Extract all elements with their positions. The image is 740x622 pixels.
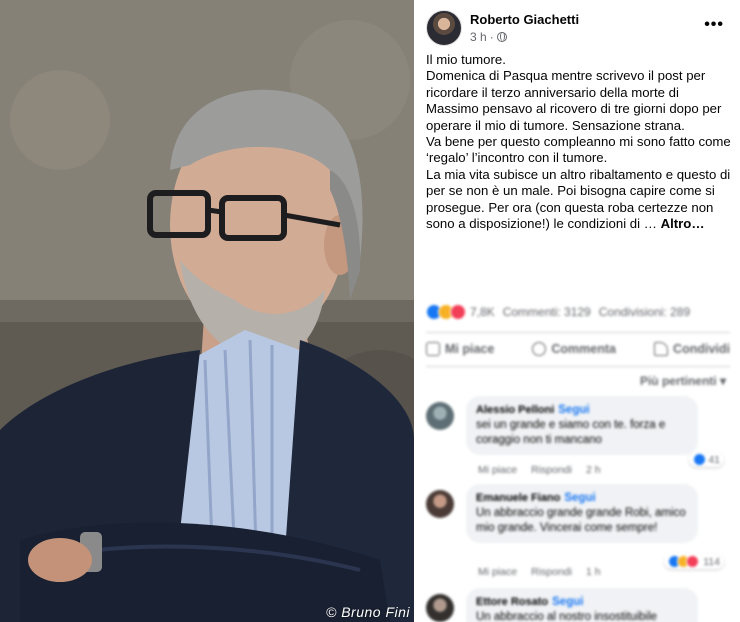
follow-button[interactable]: Segui	[558, 404, 589, 416]
comment-time[interactable]: 2 h	[586, 464, 601, 476]
sort-label: Più pertinenti	[639, 374, 717, 388]
author-avatar[interactable]	[426, 10, 462, 46]
comment-footer: Mi piace Rispondi 2 h	[478, 464, 601, 476]
commenter-name[interactable]: Ettore Rosato	[476, 596, 548, 608]
commenter-avatar[interactable]	[426, 594, 454, 622]
comment: Emanuele Fiano Segui Un abbraccio grande …	[426, 484, 732, 580]
comment-reply-link[interactable]: Rispondi	[531, 464, 572, 476]
post-actions: Mi piace Commenta Condividi	[426, 336, 730, 362]
comment-text: sei un grande e siamo con te. forza e co…	[476, 419, 666, 446]
comment-like-link[interactable]: Mi piace	[478, 566, 517, 578]
like-reaction-icon	[693, 453, 707, 466]
comment-bubble: Emanuele Fiano Segui Un abbraccio grande …	[466, 484, 698, 543]
post-paragraph: Domenica di Pasqua mentre scrivevo il po…	[426, 68, 722, 133]
comment: Ettore Rosato Segui Un abbraccio al nostr…	[426, 588, 732, 622]
comment-button-label: Commenta	[551, 342, 616, 356]
comment-time[interactable]: 1 h	[586, 566, 601, 578]
comment-like-link[interactable]: Mi piace	[478, 464, 517, 476]
shares-count[interactable]: Condivisioni: 289	[599, 305, 690, 319]
more-icon[interactable]: •••	[704, 16, 724, 34]
facebook-post: Roberto Giachetti 3 h · ••• Il mio tumor…	[414, 0, 740, 622]
comment-bubble: Ettore Rosato Segui Un abbraccio al nostr…	[466, 588, 698, 622]
post-paragraph: Va bene per questo compleanno mi sono fa…	[426, 134, 731, 166]
comment-button[interactable]: Commenta	[532, 336, 616, 362]
comment-sort-dropdown[interactable]: Più pertinenti ▾	[640, 374, 726, 388]
share-button[interactable]: Condividi	[654, 336, 730, 362]
comment-text: Un abbraccio grande grande Robi, amico m…	[476, 507, 686, 534]
love-reaction-icon	[450, 304, 466, 320]
comment-reply-link[interactable]: Rispondi	[531, 566, 572, 578]
blurred-engagement-area: 7,8K Commenti: 3129 Condivisioni: 289 Mi…	[414, 292, 740, 622]
share-icon	[654, 342, 669, 356]
post-meta: 3 h ·	[470, 30, 507, 44]
follow-button[interactable]: Segui	[552, 596, 583, 608]
comment-text: Un abbraccio al nostro insostituibile	[476, 611, 657, 622]
post-header: Roberto Giachetti 3 h · •••	[426, 10, 730, 50]
commenter-avatar[interactable]	[426, 490, 454, 518]
comment-footer: Mi piace Rispondi 1 h	[478, 566, 601, 578]
comment-reactions[interactable]: 41	[689, 452, 724, 467]
comment-bubble: Alessio Pelloni Segui sei un grande e sia…	[466, 396, 698, 455]
chevron-down-icon: ▾	[719, 374, 726, 388]
comment-icon	[532, 342, 547, 356]
share-button-label: Condividi	[673, 342, 730, 356]
reactions-count[interactable]: 7,8K	[470, 305, 495, 319]
thumbs-up-icon	[426, 342, 440, 356]
like-button[interactable]: Mi piace	[426, 336, 494, 362]
divider	[426, 366, 730, 367]
post-stats: 7,8K Commenti: 3129 Condivisioni: 289	[426, 302, 730, 322]
comment-reaction-count: 41	[708, 453, 720, 466]
see-more-link[interactable]: Altro…	[661, 216, 705, 231]
follow-button[interactable]: Segui	[564, 492, 595, 504]
comment-reaction-count: 114	[703, 555, 720, 568]
love-reaction-icon	[686, 555, 700, 568]
post-body: Il mio tumore. Domenica di Pasqua mentre…	[426, 52, 734, 232]
photo-illustration	[0, 0, 414, 622]
post-photo[interactable]: © Bruno Fini	[0, 0, 414, 622]
globe-icon	[496, 32, 507, 42]
comments-count[interactable]: Commenti: 3129	[503, 305, 591, 319]
commenter-name[interactable]: Emanuele Fiano	[476, 492, 560, 504]
post-paragraph: Il mio tumore.	[426, 52, 506, 67]
author-name[interactable]: Roberto Giachetti	[470, 12, 579, 27]
post-time[interactable]: 3 h	[470, 30, 487, 44]
comment-reactions[interactable]: 114	[664, 554, 724, 569]
photo-credit: © Bruno Fini	[325, 604, 410, 620]
commenter-name[interactable]: Alessio Pelloni	[476, 404, 554, 416]
comment: Alessio Pelloni Segui sei un grande e sia…	[426, 396, 732, 476]
divider	[426, 332, 730, 333]
commenter-avatar[interactable]	[426, 402, 454, 430]
meta-separator: ·	[489, 30, 494, 44]
like-button-label: Mi piace	[445, 342, 495, 356]
post-paragraph: La mia vita subisce un altro ribaltament…	[426, 167, 734, 233]
